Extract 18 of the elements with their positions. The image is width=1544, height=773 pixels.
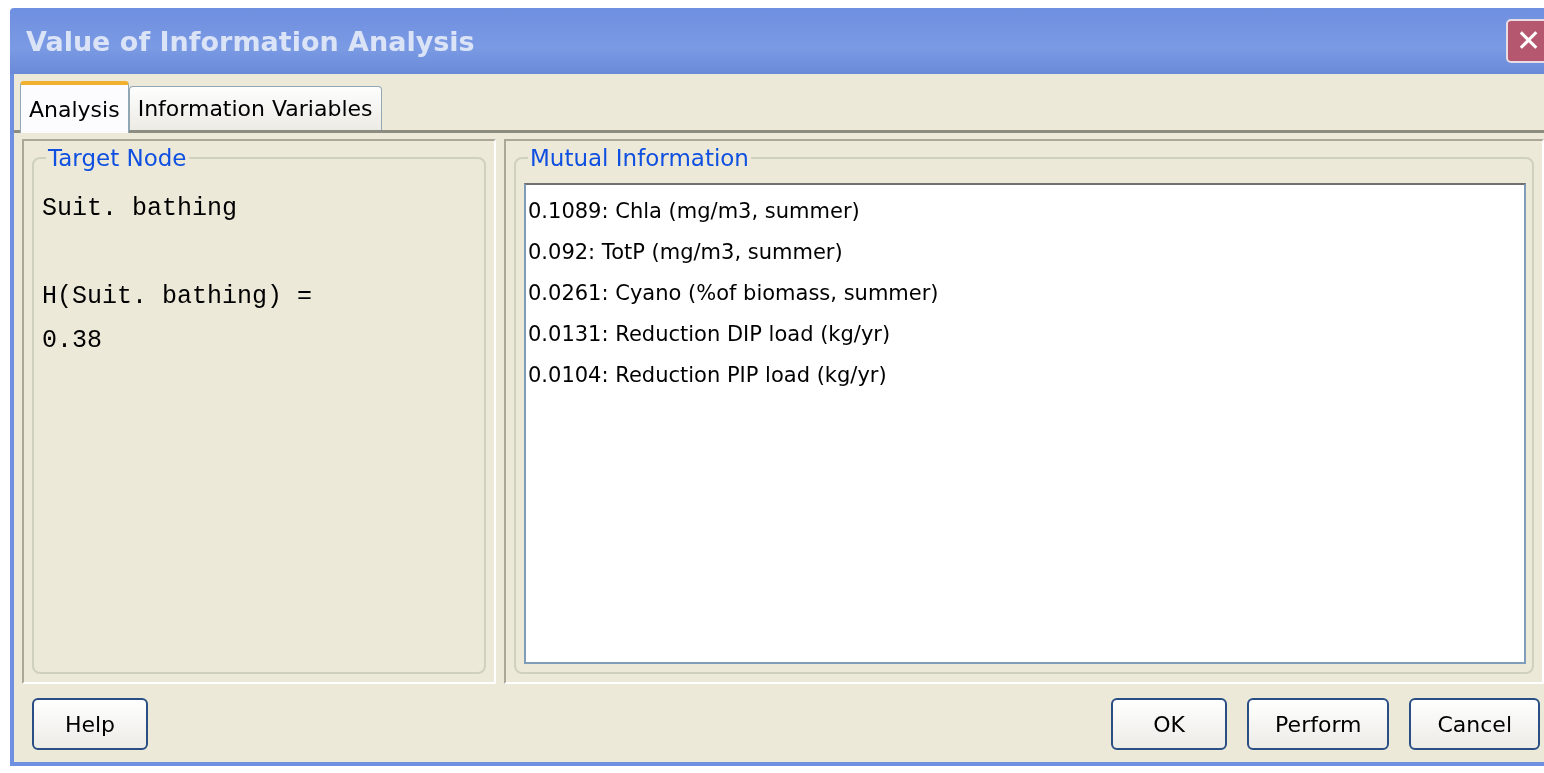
- target-node-name: Suit. bathing: [42, 194, 238, 223]
- group-title: Target Node: [47, 145, 188, 171]
- entropy-text: 0.38: [42, 326, 102, 355]
- dialog-button[interactable]: Cancel: [1409, 698, 1540, 750]
- tab[interactable]: Information Variables: [128, 86, 382, 130]
- group-title: Mutual Information: [529, 145, 750, 171]
- entropy-text: H(Suit. bathing) =: [42, 282, 313, 311]
- list-item[interactable]: 0.092: TotP (mg/m3, summer): [528, 232, 1522, 273]
- list-item[interactable]: 0.1089: Chla (mg/m3, summer): [528, 191, 1522, 232]
- close-button[interactable]: ✕: [1506, 19, 1544, 63]
- window-title: Value of Information Analysis: [26, 25, 476, 57]
- list-item[interactable]: 0.0261: Cyano (%of biomass, summer): [528, 273, 1522, 314]
- dialog-button[interactable]: OK: [1111, 698, 1228, 750]
- tab[interactable]: Analysis: [20, 81, 129, 133]
- list-item[interactable]: 0.0104: Reduction PIP load (kg/yr): [528, 355, 1522, 396]
- dialog-button[interactable]: Perform: [1247, 698, 1390, 750]
- list-item[interactable]: 0.0131: Reduction DIP load (kg/yr): [528, 314, 1522, 355]
- help-button[interactable]: Help: [32, 698, 148, 750]
